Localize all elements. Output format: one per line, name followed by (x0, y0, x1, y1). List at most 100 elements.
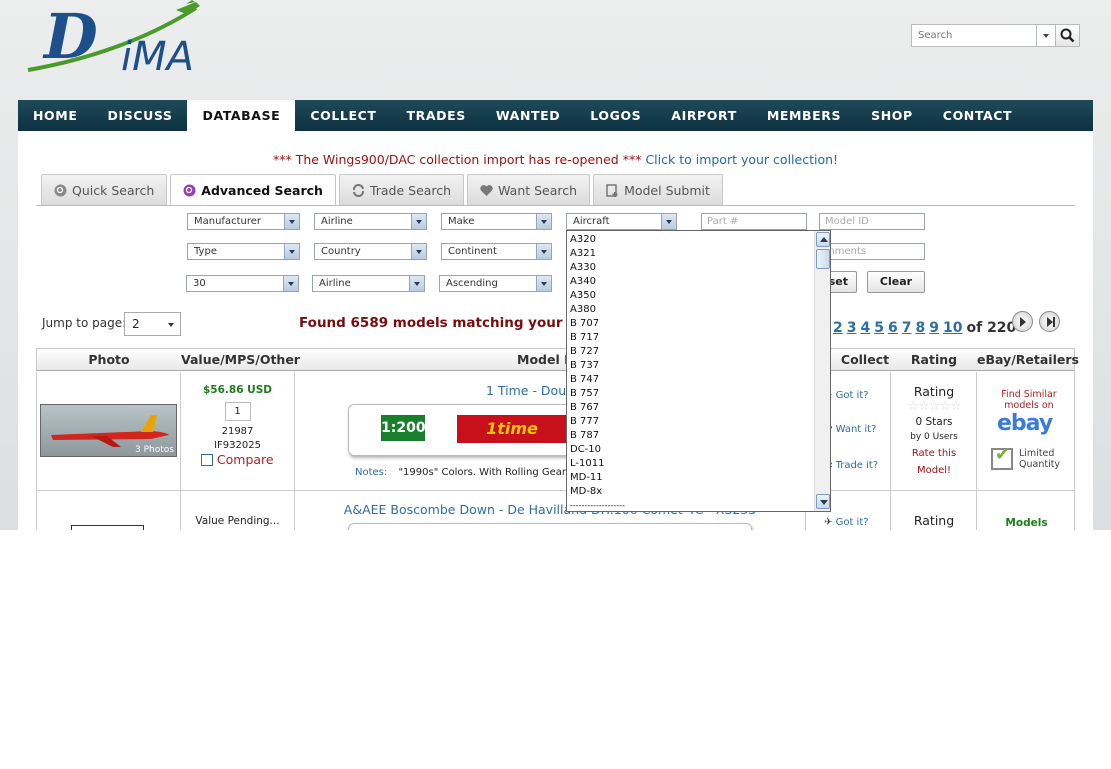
aircraft-option[interactable]: B 747 (567, 373, 830, 387)
import-collection-link[interactable]: Click to import your collection! (645, 152, 838, 167)
compare-checkbox[interactable] (201, 454, 214, 466)
search-icon (54, 184, 67, 196)
page-link[interactable]: 9 (929, 320, 939, 336)
aircraft-option[interactable]: B 717 (567, 331, 830, 345)
compare-control[interactable]: Compare (181, 452, 294, 467)
clear-button[interactable]: Clear (867, 271, 925, 293)
part-number-input[interactable]: Part # (701, 213, 807, 230)
aircraft-option[interactable]: A340 (567, 275, 830, 289)
nav-members[interactable]: MEMBERS (752, 100, 856, 131)
page-link[interactable]: 4 (861, 320, 871, 336)
per-page-select[interactable]: 30 (186, 275, 299, 292)
aircraft-option[interactable]: A350 (567, 289, 830, 303)
next-page-button[interactable] (1012, 311, 1033, 332)
aircraft-option[interactable]: B 757 (567, 387, 830, 401)
aircraft-option[interactable]: B 707 (567, 317, 830, 331)
tab-model-submit[interactable]: Model Submit (593, 174, 723, 205)
model-notes: Notes: "1990s" Colors. With Rolling Gear… (355, 467, 571, 478)
dima-logo[interactable]: D iMA (26, 0, 221, 78)
limited-quantity-label[interactable]: Limited Quantity (1019, 448, 1067, 470)
nav-logos[interactable]: LOGOS (575, 100, 656, 131)
ebay-logo[interactable]: ebay (997, 411, 1053, 436)
select-value: 2 (132, 317, 140, 331)
manufacturer-select[interactable]: Manufacturer (187, 213, 300, 230)
aircraft-option[interactable]: A330 (567, 261, 830, 275)
comments-input[interactable]: mments (819, 243, 925, 260)
make-select[interactable]: Make (441, 213, 552, 230)
select-value: Country (321, 246, 361, 257)
aircraft-option[interactable]: B 787 (567, 429, 830, 443)
tab-advanced-search[interactable]: Advanced Search (170, 174, 336, 206)
tab-label: Want Search (498, 182, 578, 198)
main-content: *** The Wings900/DAC collection import h… (18, 131, 1093, 530)
page-link[interactable]: 6 (888, 320, 898, 336)
tab-quick-search[interactable]: Quick Search (41, 174, 168, 205)
search-button[interactable] (1055, 24, 1080, 47)
select-value: Airline (321, 216, 353, 227)
order-select[interactable]: Ascending (439, 275, 552, 292)
retailer-link[interactable]: Models (977, 517, 1076, 529)
aircraft-option[interactable]: MD-8x (567, 485, 830, 499)
airline-select[interactable]: Airline (314, 213, 427, 230)
aircraft-dropdown-list[interactable]: A320 A321 A330 A340 A350 A380 B 707 B 71… (566, 230, 831, 512)
aircraft-option[interactable]: B 767 (567, 401, 830, 415)
scroll-up-button[interactable] (816, 232, 830, 247)
nav-discuss[interactable]: DISCUSS (92, 100, 187, 131)
users-count: by 0 Users (910, 432, 958, 442)
announcement: *** The Wings900/DAC collection import h… (18, 152, 1093, 167)
model-photo[interactable] (71, 525, 144, 530)
jump-to-page-select[interactable]: 2 (124, 312, 181, 336)
aircraft-option[interactable]: B 777 (567, 415, 830, 429)
search-scope-dropdown[interactable] (1036, 24, 1056, 47)
star-rating[interactable]: ☆☆☆☆☆ (891, 399, 977, 414)
nav-database[interactable]: DATABASE (187, 100, 296, 132)
nav-contact[interactable]: CONTACT (928, 100, 1027, 131)
trade-it-link[interactable]: ⇄ Trade it? (824, 460, 878, 471)
aircraft-option[interactable]: A321 (567, 247, 830, 261)
rate-model-link[interactable]: Rate this Model! (891, 445, 977, 479)
skip-end-bar (1053, 317, 1055, 327)
aircraft-select[interactable]: Aircraft (566, 213, 677, 230)
quantity-box[interactable]: 1 (224, 402, 251, 421)
scrollbar-thumb[interactable] (816, 249, 830, 269)
aircraft-option[interactable]: B 727 (567, 345, 830, 359)
nav-airport[interactable]: AIRPORT (656, 100, 752, 131)
search-input[interactable] (911, 24, 1037, 47)
country-select[interactable]: Country (314, 243, 427, 260)
page-link[interactable]: 7 (902, 320, 912, 336)
last-page-button[interactable] (1039, 311, 1060, 332)
model-photo[interactable]: 3 Photos (40, 404, 177, 457)
model-id-input[interactable]: Model ID (819, 213, 925, 230)
page-link[interactable]: 3 (847, 320, 857, 336)
want-it-link[interactable]: ❤ Want it? (824, 424, 876, 435)
type-select[interactable]: Type (187, 243, 300, 260)
aircraft-option[interactable]: DC-10 (567, 443, 830, 457)
aircraft-option[interactable]: MD-11 (567, 471, 830, 485)
got-it-link[interactable]: ✈ Got it? (824, 517, 869, 528)
aircraft-option[interactable]: A320 (567, 233, 830, 247)
aircraft-option[interactable]: B 737 (567, 359, 830, 373)
photo-count: 3 Photos (135, 445, 174, 455)
nav-home[interactable]: HOME (18, 100, 92, 131)
page-link[interactable]: 5 (874, 320, 884, 336)
heart-icon (480, 184, 493, 196)
page-link[interactable]: 2 (833, 320, 843, 336)
nav-trades[interactable]: TRADES (392, 100, 481, 131)
ebay-find-similar[interactable]: Find Similar models on (1001, 389, 1057, 411)
announcement-text: *** The Wings900/DAC collection import h… (272, 152, 642, 167)
tab-trade-search[interactable]: Trade Search (338, 174, 465, 205)
page-link[interactable]: 10 (943, 320, 962, 336)
sort-by-select[interactable]: Airline (312, 275, 425, 292)
tab-want-search[interactable]: Want Search (467, 174, 591, 205)
nav-shop[interactable]: SHOP (856, 100, 928, 131)
continent-select[interactable]: Continent (441, 243, 552, 260)
aircraft-option[interactable]: A380 (567, 303, 830, 317)
scroll-down-button[interactable] (816, 494, 830, 509)
dropdown-scrollbar[interactable] (814, 231, 830, 511)
aircraft-option[interactable]: L-1011 (567, 457, 830, 471)
nav-wanted[interactable]: WANTED (481, 100, 575, 131)
page-link[interactable]: 8 (916, 320, 926, 336)
model-price: Value Pending... (195, 515, 280, 527)
nav-collect[interactable]: COLLECT (295, 100, 391, 131)
rating-title: Rating (913, 513, 955, 528)
